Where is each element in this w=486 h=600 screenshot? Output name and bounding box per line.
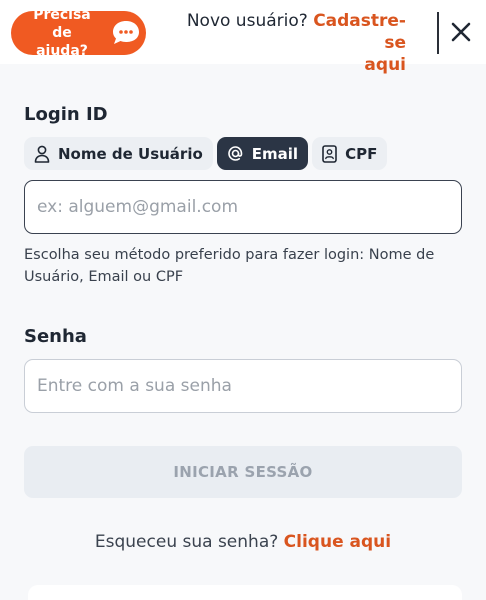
signup-link-line2: aqui (364, 55, 406, 75)
password-input[interactable] (37, 376, 449, 396)
tab-email-label: Email (251, 144, 299, 163)
tab-username[interactable]: Nome de Usuário (24, 137, 213, 170)
user-icon (34, 145, 50, 163)
email-input[interactable] (37, 197, 449, 217)
signup-prompt: Novo usuário? Cadastre-se aqui (166, 10, 406, 76)
tab-cpf-label: CPF (345, 144, 378, 163)
password-title: Senha (24, 326, 87, 347)
signup-link[interactable]: Cadastre-se aqui (313, 11, 406, 75)
tab-username-label: Nome de Usuário (58, 144, 203, 163)
help-button[interactable]: Precisa de ajuda? (11, 7, 146, 59)
divider (437, 12, 439, 54)
tab-cpf[interactable]: CPF (312, 137, 388, 170)
login-id-title: Login ID (24, 104, 108, 125)
forgot-password: Esqueceu sua senha? Clique aqui (0, 532, 486, 552)
login-method-tabs: Nome de Usuário Email CPF (24, 137, 388, 170)
top-bar: Precisa de ajuda? Novo usuário? Cadastre… (0, 0, 486, 75)
close-icon[interactable] (450, 21, 472, 43)
chat-bubble-icon (113, 21, 139, 44)
password-field (24, 359, 462, 413)
help-label: Precisa de ajuda? (23, 6, 101, 60)
login-button[interactable]: INICIAR SESSÃO (24, 446, 462, 498)
signup-prompt-text: Novo usuário? (186, 11, 308, 31)
email-field (24, 180, 462, 234)
bottom-card (28, 585, 462, 600)
help-label-line2: ajuda? (36, 43, 88, 59)
help-label-line1: Precisa de (33, 7, 91, 41)
forgot-link[interactable]: Clique aqui (284, 532, 391, 552)
login-hint: Escolha seu método preferido para fazer … (24, 247, 435, 285)
forgot-prompt: Esqueceu sua senha? (94, 532, 279, 552)
id-card-icon (322, 144, 337, 163)
at-icon (227, 146, 243, 161)
tab-email[interactable]: Email (216, 137, 309, 170)
signup-link-line1: Cadastre-se (313, 11, 406, 53)
